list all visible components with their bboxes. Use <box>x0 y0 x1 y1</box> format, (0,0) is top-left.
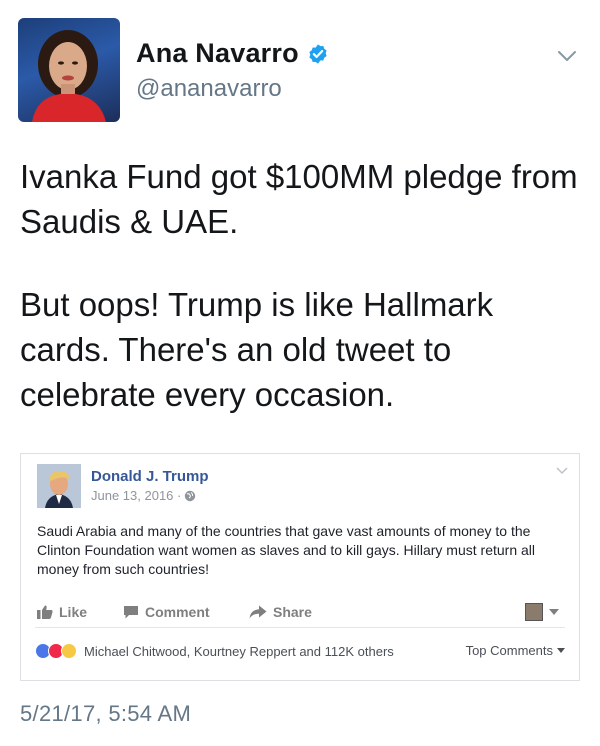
chevron-down-icon[interactable] <box>549 609 559 615</box>
fb-like-button[interactable]: Like <box>37 604 87 620</box>
fb-post-meta: June 13, 2016 · <box>91 488 196 503</box>
fb-author-avatar[interactable] <box>37 464 81 508</box>
tweet-text-paragraph-2: But oops! Trump is like Hallmark cards. … <box>20 286 494 413</box>
fb-reaction-names[interactable]: Michael Chitwood, Kourtney Reppert and 1… <box>84 644 394 659</box>
comment-icon <box>124 606 138 619</box>
fb-share-button[interactable]: Share <box>249 604 312 620</box>
reaction-icons[interactable] <box>35 643 77 659</box>
chevron-down-icon[interactable] <box>555 466 569 476</box>
fb-author-name[interactable]: Donald J. Trump <box>91 468 209 485</box>
fb-post-date[interactable]: June 13, 2016 · <box>91 488 181 503</box>
author-handle[interactable]: @ananavarro <box>136 75 282 103</box>
fb-top-comments-dropdown[interactable]: Top Comments <box>466 643 565 658</box>
like-thumb-icon <box>37 605 53 619</box>
chevron-down-icon[interactable] <box>556 48 578 64</box>
verified-badge-icon <box>309 43 327 64</box>
share-arrow-icon <box>249 605 267 619</box>
fb-post-text: Saudi Arabia and many of the countries t… <box>37 523 536 577</box>
globe-icon <box>185 490 196 501</box>
fb-comment-label: Comment <box>145 604 210 620</box>
chevron-down-icon <box>557 648 565 653</box>
fb-viewer-avatar[interactable] <box>525 603 543 621</box>
fb-share-label: Share <box>273 604 312 620</box>
display-name-row: Ana Navarro <box>136 38 329 69</box>
fb-comment-button[interactable]: Comment <box>123 604 210 620</box>
embedded-facebook-post[interactable]: Donald J. Trump June 13, 2016 · Saudi Ar… <box>20 453 580 681</box>
tweet-header: Ana Navarro @ananavarro <box>18 18 584 124</box>
author-avatar[interactable] <box>18 18 120 122</box>
fb-action-bar: Like Comment Share <box>35 600 565 628</box>
display-name[interactable]: Ana Navarro <box>136 38 299 69</box>
fb-top-comments-label: Top Comments <box>465 643 553 658</box>
tweet-text-paragraph-1: Ivanka Fund got $100MM pledge from Saudi… <box>20 158 578 240</box>
haha-reaction-icon <box>61 643 77 659</box>
fb-like-label: Like <box>59 604 88 620</box>
fb-reactions-row: Michael Chitwood, Kourtney Reppert and 1… <box>35 640 565 662</box>
tweet-timestamp[interactable]: 5/21/17, 5:54 AM <box>20 701 191 727</box>
